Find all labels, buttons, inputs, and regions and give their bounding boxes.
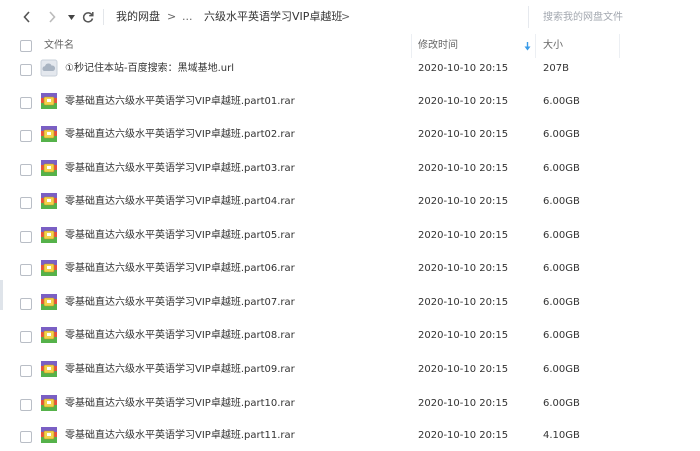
row-checkbox[interactable] [20, 331, 32, 343]
file-size: 6.00GB [543, 364, 580, 375]
file-size: 6.00GB [543, 129, 580, 140]
toolbar: 我的网盘 > ... 六级水平英语学习VIP卓越班 > [0, 0, 700, 35]
row-checkbox[interactable] [20, 197, 32, 209]
row-checkbox[interactable] [20, 64, 32, 76]
row-checkbox[interactable] [20, 365, 32, 377]
chevron-right-icon [49, 11, 56, 23]
sort-down-arrow-icon[interactable] [524, 42, 531, 51]
file-row[interactable]: 零基础直达六级水平英语学习VIP卓越班.part07.rar 2020-10-1… [0, 287, 700, 320]
file-name[interactable]: 零基础直达六级水平英语学习VIP卓越班.part01.rar [65, 95, 295, 109]
select-all-checkbox[interactable] [20, 40, 32, 52]
column-header-name[interactable]: 文件名 [44, 39, 74, 53]
file-row[interactable]: ①秒记住本站-百度搜索：黑域基地.url 2020-10-10 20:15 20… [0, 53, 700, 86]
rar-archive-icon [41, 227, 57, 243]
row-checkbox[interactable] [20, 231, 32, 243]
row-checkbox[interactable] [20, 130, 32, 142]
rar-archive-icon [41, 427, 57, 443]
history-dropdown-button[interactable] [66, 8, 76, 26]
file-modified-time: 2020-10-10 20:15 [418, 96, 509, 107]
file-size: 6.00GB [543, 96, 580, 107]
file-modified-time: 2020-10-10 20:15 [418, 364, 509, 375]
file-row[interactable]: 零基础直达六级水平英语学习VIP卓越班.part05.rar 2020-10-1… [0, 220, 700, 253]
file-row[interactable]: 零基础直达六级水平英语学习VIP卓越班.part10.rar 2020-10-1… [0, 388, 700, 421]
row-checkbox[interactable] [20, 97, 32, 109]
breadcrumb-separator-end: > [341, 10, 351, 23]
search-box [528, 6, 700, 28]
column-header-size[interactable]: 大小 [543, 39, 563, 53]
rar-archive-icon [41, 395, 57, 411]
file-name[interactable]: 零基础直达六级水平英语学习VIP卓越班.part05.rar [65, 229, 295, 243]
file-name[interactable]: 零基础直达六级水平英语学习VIP卓越班.part02.rar [65, 128, 295, 142]
row-checkbox[interactable] [20, 431, 32, 443]
file-name[interactable]: 零基础直达六级水平英语学习VIP卓越班.part09.rar [65, 363, 295, 377]
file-size: 6.00GB [543, 163, 580, 174]
search-input[interactable] [543, 9, 693, 25]
breadcrumb-separator: > [167, 10, 177, 23]
file-row[interactable]: 零基础直达六级水平英语学习VIP卓越班.part06.rar 2020-10-1… [0, 253, 700, 286]
file-modified-time: 2020-10-10 20:15 [418, 398, 509, 409]
caret-down-icon [67, 14, 75, 20]
file-row[interactable]: 零基础直达六级水平英语学习VIP卓越班.part11.rar 2020-10-1… [0, 420, 700, 451]
file-modified-time: 2020-10-10 20:15 [418, 330, 509, 341]
file-size: 6.00GB [543, 230, 580, 241]
file-modified-time: 2020-10-10 20:15 [418, 230, 509, 241]
file-name[interactable]: 零基础直达六级水平英语学习VIP卓越班.part10.rar [65, 397, 295, 411]
rar-archive-icon [41, 193, 57, 209]
file-modified-time: 2020-10-10 20:15 [418, 63, 509, 74]
breadcrumb-current-folder[interactable]: 六级水平英语学习VIP卓越班 [204, 10, 342, 24]
file-name[interactable]: 零基础直达六级水平英语学习VIP卓越班.part03.rar [65, 162, 295, 176]
file-name[interactable]: 零基础直达六级水平英语学习VIP卓越班.part11.rar [65, 429, 295, 443]
file-modified-time: 2020-10-10 20:15 [418, 430, 509, 441]
row-checkbox[interactable] [20, 164, 32, 176]
rar-archive-icon [41, 361, 57, 377]
rar-archive-icon [41, 93, 57, 109]
file-name[interactable]: 零基础直达六级水平英语学习VIP卓越班.part06.rar [65, 262, 295, 276]
file-name[interactable]: 零基础直达六级水平英语学习VIP卓越班.part07.rar [65, 296, 295, 310]
file-row[interactable]: 零基础直达六级水平英语学习VIP卓越班.part04.rar 2020-10-1… [0, 186, 700, 219]
row-checkbox[interactable] [20, 264, 32, 276]
refresh-button[interactable] [80, 8, 96, 26]
breadcrumb-root[interactable]: 我的网盘 [116, 10, 160, 24]
file-name[interactable]: 零基础直达六级水平英语学习VIP卓越班.part04.rar [65, 195, 295, 209]
file-name[interactable]: 零基础直达六级水平英语学习VIP卓越班.part08.rar [65, 329, 295, 343]
file-modified-time: 2020-10-10 20:15 [418, 297, 509, 308]
refresh-icon [82, 12, 94, 23]
file-size: 6.00GB [543, 330, 580, 341]
file-row[interactable]: 零基础直达六级水平英语学习VIP卓越班.part03.rar 2020-10-1… [0, 153, 700, 186]
rar-archive-icon [41, 260, 57, 276]
file-modified-time: 2020-10-10 20:15 [418, 196, 509, 207]
file-modified-time: 2020-10-10 20:15 [418, 263, 509, 274]
file-name[interactable]: ①秒记住本站-百度搜索：黑域基地.url [65, 62, 234, 76]
rar-archive-icon [41, 126, 57, 142]
row-checkbox[interactable] [20, 298, 32, 310]
file-size: 6.00GB [543, 398, 580, 409]
file-row[interactable]: 零基础直达六级水平英语学习VIP卓越班.part01.rar 2020-10-1… [0, 86, 700, 119]
rar-archive-icon [41, 327, 57, 343]
breadcrumb-ellipsis[interactable]: ... [182, 10, 193, 24]
file-modified-time: 2020-10-10 20:15 [418, 163, 509, 174]
file-size: 6.00GB [543, 297, 580, 308]
column-header-modified[interactable]: 修改时间 [418, 39, 458, 53]
file-row[interactable]: 零基础直达六级水平英语学习VIP卓越班.part09.rar 2020-10-1… [0, 354, 700, 387]
row-checkbox[interactable] [20, 399, 32, 411]
forward-button[interactable] [45, 8, 59, 26]
file-row[interactable]: 零基础直达六级水平英语学习VIP卓越班.part08.rar 2020-10-1… [0, 320, 700, 353]
file-size: 207B [543, 63, 569, 74]
toolbar-separator [103, 9, 104, 25]
url-file-icon [40, 59, 58, 77]
file-size: 6.00GB [543, 196, 580, 207]
file-row[interactable]: 零基础直达六级水平英语学习VIP卓越班.part02.rar 2020-10-1… [0, 119, 700, 152]
back-button[interactable] [20, 8, 34, 26]
rar-archive-icon [41, 160, 57, 176]
file-modified-time: 2020-10-10 20:15 [418, 129, 509, 140]
file-size: 4.10GB [543, 430, 580, 441]
chevron-left-icon [23, 11, 30, 23]
rar-archive-icon [41, 294, 57, 310]
file-size: 6.00GB [543, 263, 580, 274]
